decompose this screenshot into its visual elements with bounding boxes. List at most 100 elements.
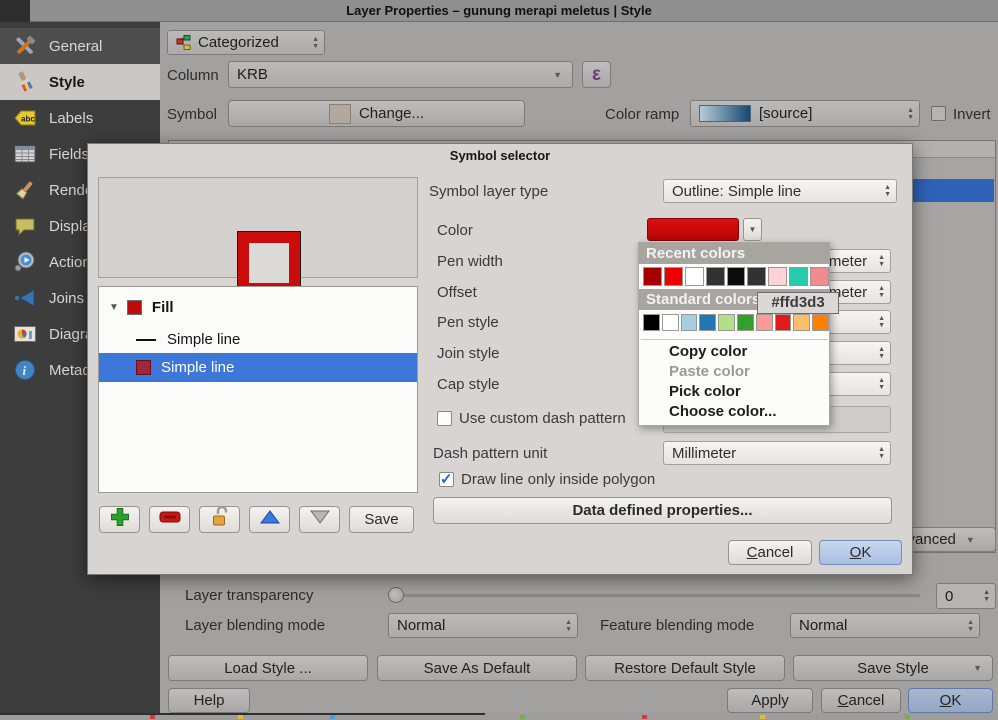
color-swatch[interactable]	[681, 314, 698, 331]
sidebar-item-label: General	[49, 38, 102, 55]
color-swatch[interactable]	[775, 314, 792, 331]
dialog-ok-button[interactable]: OK	[819, 540, 902, 565]
dialog-cancel-button[interactable]: Cancel	[728, 540, 812, 565]
color-swatch[interactable]	[747, 267, 766, 286]
sidebar-item-labels[interactable]: abc Labels	[0, 100, 160, 136]
draw-inside-checkbox[interactable]: ✓	[439, 472, 454, 487]
tree-item-fill[interactable]: ▼ Fill	[99, 293, 417, 322]
renderer-type-value: Categorized	[198, 34, 279, 51]
color-swatch[interactable]	[718, 314, 735, 331]
restore-default-label: Restore Default Style	[614, 660, 756, 677]
color-swatch[interactable]	[643, 267, 662, 286]
feature-blending-value: Normal	[799, 617, 847, 634]
color-swatch[interactable]	[699, 314, 716, 331]
spinner-arrows-icon: ▲▼	[884, 180, 891, 202]
choose-color-item[interactable]: Choose color...	[639, 402, 829, 422]
color-swatch[interactable]	[706, 267, 725, 286]
layer-blending-dropdown[interactable]: Normal ▲▼	[388, 613, 578, 638]
spinner-arrows-icon: ▲▼	[878, 311, 885, 333]
apply-button[interactable]: Apply	[727, 688, 813, 713]
move-up-button[interactable]	[249, 506, 290, 533]
gear-play-icon	[12, 249, 38, 275]
custom-dash-checkbox[interactable]	[437, 411, 452, 426]
color-swatch[interactable]	[664, 267, 683, 286]
down-triangle-icon	[309, 509, 331, 530]
save-symbol-button[interactable]: Save	[349, 506, 414, 533]
color-swatch[interactable]	[737, 314, 754, 331]
transparency-slider-handle[interactable]	[388, 587, 404, 603]
symbol-change-button[interactable]: Change...	[228, 100, 525, 127]
sidebar-item-style[interactable]: Style	[0, 64, 160, 100]
cancel-button[interactable]: Cancel	[821, 688, 901, 713]
color-ramp-swatch	[699, 105, 751, 122]
symbol-layer-type-dropdown[interactable]: Outline: Simple line ▲▼	[663, 179, 897, 203]
remove-symbol-layer-button[interactable]	[149, 506, 190, 533]
spinner-arrows-icon: ▲▼	[878, 281, 885, 303]
color-swatch[interactable]	[727, 267, 746, 286]
sidebar-item-label: Fields	[49, 146, 89, 163]
color-swatch[interactable]	[643, 314, 660, 331]
color-ramp-value: [source]	[759, 105, 812, 122]
chevron-down-icon: ▼	[966, 535, 975, 545]
save-as-default-button[interactable]: Save As Default	[377, 655, 577, 681]
load-style-button[interactable]: Load Style ...	[168, 655, 368, 681]
brush-icon	[12, 177, 38, 203]
plus-icon	[110, 507, 130, 532]
help-label: Help	[194, 692, 225, 709]
transparency-spinbox[interactable]: 0 ▲▼	[936, 583, 996, 609]
fill-swatch-icon	[127, 300, 142, 315]
layer-transparency-label: Layer transparency	[185, 587, 313, 604]
data-defined-properties-button[interactable]: Data defined properties...	[433, 497, 892, 524]
paintbrush-icon	[12, 69, 38, 95]
add-symbol-layer-button[interactable]	[99, 506, 140, 533]
paste-color-item: Paste color	[639, 362, 829, 382]
chevron-down-icon: ▼	[553, 70, 562, 80]
checkmark-icon: ✓	[440, 470, 453, 488]
color-swatch[interactable]	[789, 267, 808, 286]
sidebar-item-label: Joins	[49, 290, 84, 307]
spinner-arrows-icon: ▲▼	[967, 614, 974, 637]
tree-item-simple-line-2[interactable]: Simple line	[99, 353, 417, 382]
renderer-type-dropdown[interactable]: Categorized ▲▼	[167, 30, 325, 55]
offset-label: Offset	[437, 284, 477, 301]
recent-colors-header: Recent colors	[639, 243, 829, 264]
lock-button[interactable]	[199, 506, 240, 533]
expression-button[interactable]: ε	[582, 61, 611, 88]
color-ramp-dropdown[interactable]: [source] ▲▼	[690, 100, 920, 127]
color-dropdown-menu: Recent colors Standard colors Copy color…	[638, 242, 830, 426]
window-titlebar[interactable]: Layer Properties – gunung merapi meletus…	[0, 0, 998, 22]
save-style-button[interactable]: Save Style ▼	[793, 655, 993, 681]
color-swatch[interactable]	[812, 314, 829, 331]
color-swatch-button[interactable]	[647, 218, 739, 241]
color-swatch[interactable]	[756, 314, 773, 331]
symbol-layer-type-value: Outline: Simple line	[672, 183, 801, 200]
symbol-layer-tree[interactable]: ▼ Fill Simple line Simple line	[98, 286, 418, 493]
feature-blending-dropdown[interactable]: Normal ▲▼	[790, 613, 980, 638]
sidebar-item-label: Labels	[49, 110, 93, 127]
color-swatch[interactable]	[662, 314, 679, 331]
color-swatch[interactable]	[793, 314, 810, 331]
column-dropdown[interactable]: KRB ▼	[228, 61, 573, 88]
tree-item-simple-line-1[interactable]: Simple line	[99, 325, 417, 354]
restore-default-style-button[interactable]: Restore Default Style	[585, 655, 785, 681]
symbol-label: Symbol	[167, 106, 217, 123]
sidebar-item-label: Style	[49, 74, 85, 91]
move-down-button[interactable]	[299, 506, 340, 533]
ok-button[interactable]: OK	[908, 688, 993, 713]
pick-color-item[interactable]: Pick color	[639, 382, 829, 402]
expand-triangle-icon[interactable]: ▼	[109, 302, 119, 313]
sidebar-item-general[interactable]: General	[0, 28, 160, 64]
spinner-arrows-icon: ▲▼	[907, 101, 914, 126]
table-icon	[12, 141, 38, 167]
abc-tag-icon: abc	[12, 105, 38, 131]
color-dropdown-button[interactable]: ▼	[743, 218, 762, 241]
copy-color-item[interactable]: Copy color	[639, 342, 829, 362]
transparency-slider-track[interactable]	[390, 594, 920, 597]
invert-checkbox[interactable]	[931, 106, 946, 121]
color-swatch[interactable]	[685, 267, 704, 286]
color-swatch[interactable]	[768, 267, 787, 286]
dash-unit-dropdown[interactable]: Millimeter ▲▼	[663, 441, 891, 465]
help-button[interactable]: Help	[168, 688, 250, 713]
color-swatch[interactable]	[810, 267, 829, 286]
pen-width-label: Pen width	[437, 253, 503, 270]
